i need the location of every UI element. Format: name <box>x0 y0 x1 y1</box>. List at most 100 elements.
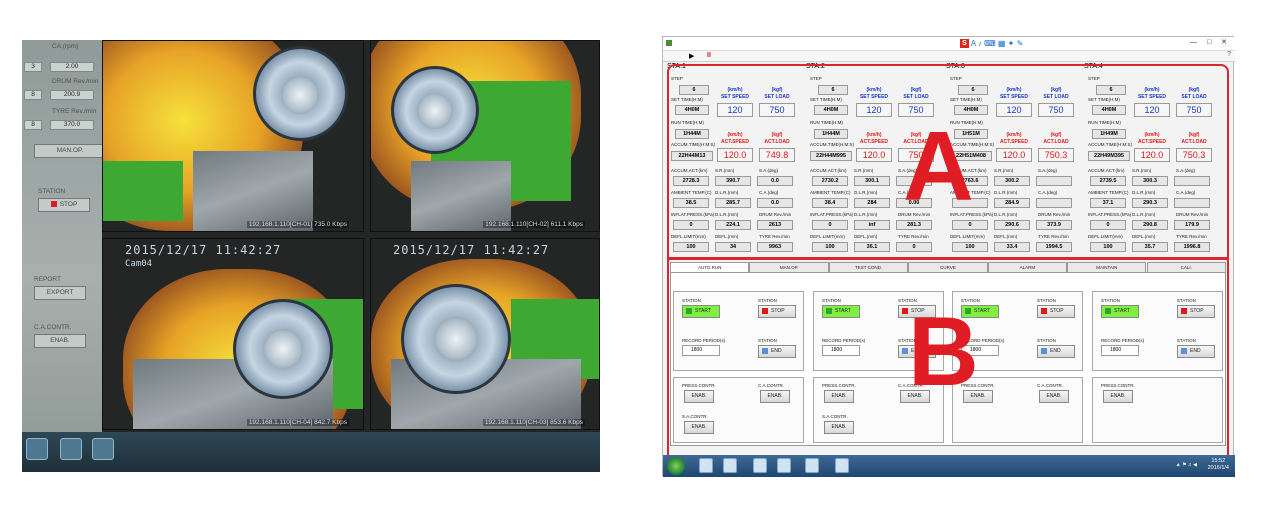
ca-enab-button[interactable]: ENAB. <box>760 390 790 403</box>
tab-item[interactable]: ALARM <box>987 262 1068 272</box>
window-controls[interactable]: — □ ✕ <box>1190 38 1231 46</box>
taskbar-app-icon[interactable] <box>777 458 791 473</box>
photo-stop-label: STOP <box>59 201 78 208</box>
control-label: S.A.CONTR. <box>822 414 848 419</box>
sa-enab-button[interactable]: ENAB. <box>824 421 854 434</box>
camera-view-1: 192.168.1.110[CH-01] 735.0 Kbps <box>102 40 364 232</box>
annotation-label-b: B <box>908 296 979 406</box>
control-label: PRESS.CONTR. <box>1101 383 1135 388</box>
end-button[interactable]: END <box>1177 345 1215 358</box>
taskbar-app-icon[interactable] <box>699 458 713 473</box>
control-label: RECORD PERIOD(s) <box>822 338 866 343</box>
annotation-label-a: A <box>903 111 974 221</box>
control-label: RECORD PERIOD(s) <box>682 338 726 343</box>
start-square-icon <box>686 307 692 314</box>
start-square-icon <box>1105 307 1111 314</box>
photo-tyre-label: TYRE Rev./min <box>52 108 97 115</box>
camera-caption: 192.168.1.110[CH-04] 842.7 Kbps <box>246 419 349 426</box>
start-label: START <box>835 308 851 314</box>
system-clock[interactable]: 15:52 2016/1/4 <box>1208 458 1229 472</box>
photo-enab-button: ENAB. <box>34 334 86 348</box>
camera-caption: 192.168.1.110[CH-03] 853.6 Kbps <box>482 419 585 426</box>
photo-taskbar <box>22 432 600 472</box>
run-toolbar: ▶ II ? <box>663 51 1235 62</box>
windows-taskbar: ▲ ⚑ ♫ ◀ 15:52 2016/1/4 <box>663 455 1235 477</box>
start-label: START <box>695 308 711 314</box>
control-label: RECORD PERIOD(s) <box>1101 338 1145 343</box>
tab-bar: AUTO.RUN MAN.OP. TEST COND. CURVE ALARM MAINT… <box>670 262 1226 272</box>
station-control-panel: STATION START STATION STOP RECORD PERIOD… <box>673 291 804 371</box>
end-icon <box>762 347 768 354</box>
tab-item[interactable]: AUTO.RUN <box>670 262 750 272</box>
end-label: END <box>1050 348 1061 354</box>
start-square-icon <box>826 307 832 314</box>
camera-view-2: 192.168.1.110[CH-02] 611.1 Kbps <box>370 40 600 232</box>
record-period-input[interactable]: 1800 <box>1101 345 1139 356</box>
control-label: C.A.CONTR. <box>758 383 785 388</box>
taskbar-app-icon[interactable] <box>805 458 819 473</box>
record-period-input[interactable]: 1800 <box>822 345 860 356</box>
start-button[interactable] <box>667 457 685 475</box>
press-enab-button[interactable]: ENAB. <box>1103 390 1133 403</box>
camera-id: Cam04 <box>125 259 153 269</box>
stop-button[interactable]: STOP <box>1037 305 1075 318</box>
taskbar-app-icon[interactable] <box>753 458 767 473</box>
control-label: PRESS.CONTR. <box>822 383 856 388</box>
software-screenshot: S A ♪ ⌨ ▦ ✦ ✎ — □ ✕ ▶ II ? STA.1 STEP 6 … <box>662 36 1235 477</box>
window-titlebar: S A ♪ ⌨ ▦ ✦ ✎ — □ ✕ <box>663 37 1235 51</box>
photo-report-label: REPORT <box>34 276 61 283</box>
photo-value-box: 3 <box>24 62 42 72</box>
photo-value-box: 200.9 <box>50 90 94 100</box>
photo-ca-label: CA.(rpm) <box>52 43 79 50</box>
tab-item[interactable]: MAN.OP. <box>749 262 829 272</box>
stop-button[interactable]: STOP <box>1177 305 1215 318</box>
stop-label: STOP <box>1190 308 1204 314</box>
end-button[interactable]: END <box>1037 345 1075 358</box>
start-button[interactable]: START <box>1101 305 1139 318</box>
start-button[interactable]: START <box>822 305 860 318</box>
help-icon[interactable]: ? <box>1227 51 1231 58</box>
press-enab-button[interactable]: ENAB. <box>824 390 854 403</box>
tab-item[interactable]: TEST COND. <box>828 262 909 272</box>
stop-square-icon <box>762 307 768 314</box>
ie-icon[interactable] <box>723 458 737 473</box>
end-button[interactable]: END <box>758 345 796 358</box>
station-control-panel: STATION START STATION STOP RECORD PERIOD… <box>1092 291 1223 371</box>
camera-timestamp: 2015/12/17 11:42:27 <box>393 243 550 257</box>
start-label: START <box>1114 308 1130 314</box>
photo-manop-button: MAN.OP. <box>34 144 106 158</box>
station-contr-panel: PRESS.CONTR. ENAB. <box>1092 377 1223 443</box>
control-label: STATION <box>682 298 701 303</box>
press-enab-button[interactable]: ENAB. <box>684 390 714 403</box>
camera-caption: 192.168.1.110[CH-01] 735.0 Kbps <box>246 221 349 228</box>
control-label: STATION <box>1177 338 1196 343</box>
control-label: STATION <box>822 298 841 303</box>
stop-button[interactable]: STOP <box>758 305 796 318</box>
station-contr-panel: PRESS.CONTR. ENAB. C.A.CONTR. ENAB. S.A.… <box>673 377 804 443</box>
pause-icon[interactable]: II <box>707 52 711 59</box>
camera-grid: 192.168.1.110[CH-01] 735.0 Kbps 192.168.… <box>102 40 600 432</box>
end-icon <box>1041 347 1047 354</box>
photo-value-box: 8 <box>24 90 42 100</box>
monitor-photo: CA.(rpm) 3 2.00 DRUM Rev./min 8 200.9 TY… <box>22 40 600 472</box>
photo-station-label: STATION <box>38 188 66 195</box>
start-button[interactable]: START <box>682 305 720 318</box>
system-tray[interactable]: ▲ ⚑ ♫ ◀ <box>1176 462 1197 468</box>
taskbar-app-icon[interactable] <box>835 458 849 473</box>
tab-item[interactable]: CURVE <box>908 262 988 272</box>
tab-item[interactable]: MAINTAIN <box>1067 262 1147 272</box>
stop-square-icon <box>1181 307 1187 314</box>
run-icon[interactable]: ▶ <box>689 52 694 60</box>
control-label: S.A.CONTR. <box>682 414 708 419</box>
photo-stop-button: STOP <box>38 198 90 212</box>
ca-enab-button[interactable]: ENAB. <box>1039 390 1069 403</box>
control-label: STATION <box>758 298 777 303</box>
photo-value-box: 2.00 <box>50 62 94 72</box>
folder-icon <box>92 438 114 460</box>
ime-toolbar[interactable]: S A ♪ ⌨ ▦ ✦ ✎ <box>960 39 1023 48</box>
sa-enab-button[interactable]: ENAB. <box>684 421 714 434</box>
record-period-input[interactable]: 1800 <box>682 345 720 356</box>
ime-s-icon[interactable]: S <box>960 39 969 48</box>
photo-ca-contr-label: C.A.CONTR. <box>34 324 72 331</box>
tab-item[interactable]: CALI. <box>1146 262 1226 272</box>
